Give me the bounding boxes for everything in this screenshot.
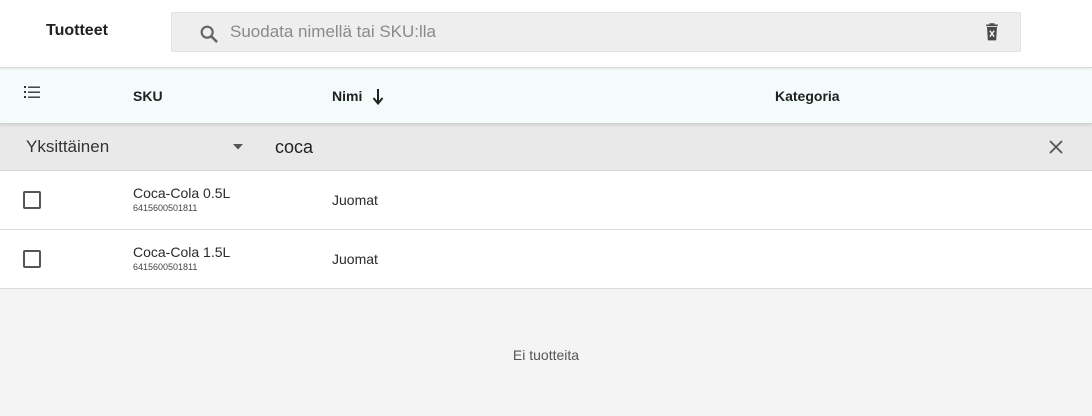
row-checkbox[interactable] — [23, 250, 41, 268]
empty-state-text: Ei tuotteita — [512, 347, 580, 363]
delete-icon[interactable] — [982, 22, 1002, 42]
search-box[interactable] — [171, 12, 1021, 52]
row-checkbox[interactable] — [23, 191, 41, 209]
table-row[interactable]: Coca-Cola 1.5L 6415600501811 Juomat — [0, 230, 1092, 289]
page-title: Tuotteet — [46, 22, 108, 39]
table-row[interactable]: Coca-Cola 0.5L 6415600501811 Juomat — [0, 171, 1092, 230]
product-list: Coca-Cola 0.5L 6415600501811 Juomat Coca… — [0, 171, 1092, 289]
product-category: Juomat — [332, 192, 378, 208]
arrow-down-icon[interactable] — [372, 87, 384, 105]
product-name: Coca-Cola 0.5L — [133, 185, 231, 201]
filter-row: Yksittäinen — [0, 124, 1092, 171]
top-bar: Tuotteet — [0, 0, 1092, 68]
column-header-sku[interactable]: SKU — [133, 88, 163, 104]
chevron-down-icon — [233, 144, 243, 150]
search-icon — [200, 25, 218, 43]
column-header-category[interactable]: Kategoria — [775, 88, 840, 104]
product-barcode: 6415600501811 — [133, 203, 198, 213]
product-name: Coca-Cola 1.5L — [133, 244, 231, 260]
product-barcode: 6415600501811 — [133, 262, 198, 272]
table-header: SKU Nimi Kategoria — [0, 68, 1092, 124]
filter-type-select[interactable]: Yksittäinen — [26, 124, 248, 170]
list-options-icon[interactable] — [22, 83, 42, 103]
product-category: Juomat — [332, 251, 378, 267]
filter-text-input[interactable] — [275, 124, 1015, 170]
close-icon[interactable] — [1048, 139, 1064, 155]
empty-state: Ei tuotteita — [0, 289, 1092, 416]
filter-type-value: Yksittäinen — [26, 137, 110, 156]
search-input[interactable] — [230, 13, 970, 51]
column-header-name[interactable]: Nimi — [332, 88, 362, 104]
